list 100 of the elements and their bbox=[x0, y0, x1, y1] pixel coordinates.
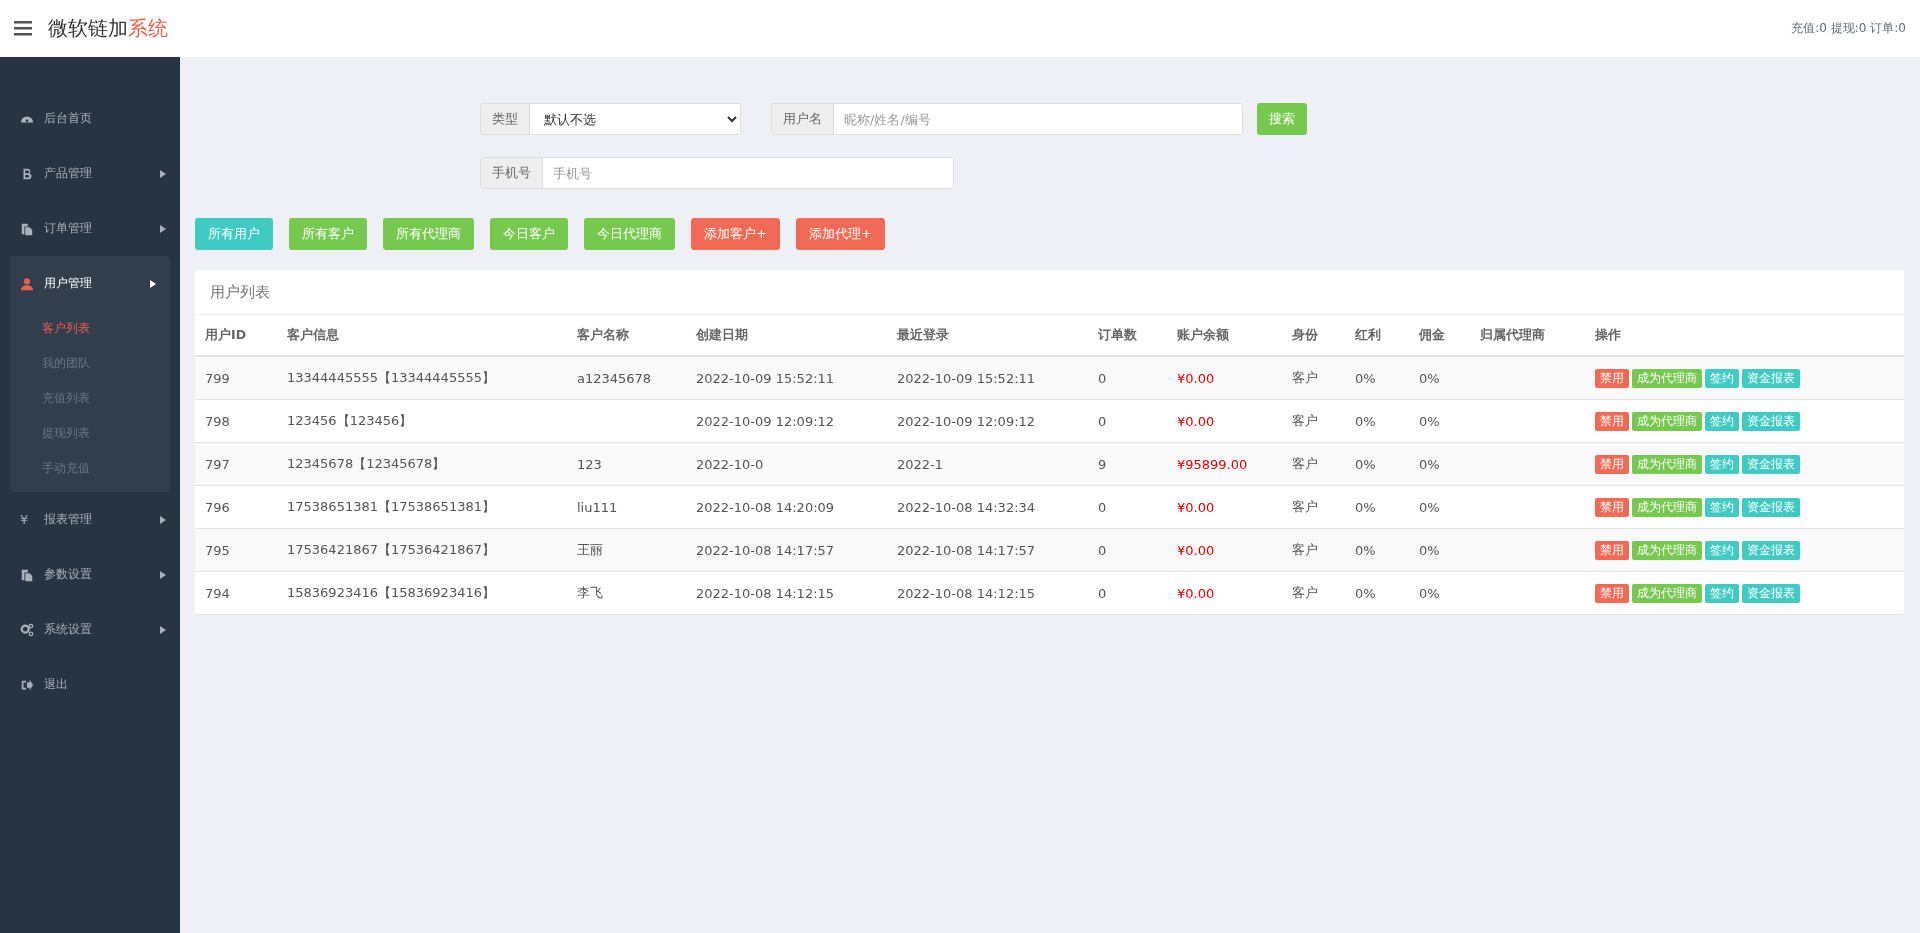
table-cell-text: 客户 bbox=[1292, 412, 1319, 430]
row-action-button[interactable]: 禁用 bbox=[1595, 583, 1629, 603]
sidebar-item[interactable]: 参数设置 bbox=[0, 547, 180, 602]
column-header: 订单数 bbox=[1098, 326, 1138, 344]
table-cell-text: ¥0.00 bbox=[1177, 499, 1216, 515]
row-action-button[interactable]: 成为代理商 bbox=[1632, 411, 1702, 431]
sidebar-item[interactable]: 产品管理 bbox=[0, 146, 180, 201]
search-button[interactable]: 搜索 bbox=[1257, 103, 1307, 135]
table-cell-text: 796 bbox=[205, 499, 231, 515]
table-cell-text: 2022-10-08 14:20:09 bbox=[696, 499, 836, 515]
column-header: 红利 bbox=[1355, 326, 1382, 344]
table-cell-text: 0% bbox=[1419, 542, 1441, 558]
table-cell-text: 2022-10-08 14:32:34 bbox=[897, 499, 1037, 515]
table-cell-text: 0% bbox=[1355, 499, 1377, 515]
sidebar-item[interactable]: 退出 bbox=[0, 657, 180, 712]
caret-icon bbox=[160, 515, 166, 524]
column-header: 最近登录 bbox=[897, 326, 950, 344]
row-action-button[interactable]: 签约 bbox=[1705, 368, 1739, 388]
column-header: 用户ID bbox=[205, 326, 248, 344]
row-action-button[interactable]: 签约 bbox=[1705, 411, 1739, 431]
row-action-button[interactable]: 签约 bbox=[1705, 583, 1739, 603]
row-action-button[interactable]: 资金报表 bbox=[1742, 411, 1800, 431]
sidebar-item[interactable]: ¥ 报表管理 bbox=[0, 492, 180, 547]
table-cell-text: 795 bbox=[205, 542, 231, 558]
row-action-button[interactable]: 成为代理商 bbox=[1632, 368, 1702, 388]
column-header: 创建日期 bbox=[696, 326, 749, 344]
row-action-button[interactable]: 成为代理商 bbox=[1632, 540, 1702, 560]
row-action-button[interactable]: 资金报表 bbox=[1742, 454, 1800, 474]
table-cell-text: 0% bbox=[1419, 585, 1441, 601]
row-action-button[interactable]: 禁用 bbox=[1595, 454, 1629, 474]
table-cell-text: ¥95899.00 bbox=[1177, 456, 1249, 472]
table-cell-text: 0% bbox=[1355, 413, 1377, 429]
filter-button[interactable]: 今日客户 bbox=[490, 218, 568, 250]
type-select[interactable]: 类型 默认不选 bbox=[480, 103, 741, 135]
table-cell-text: 2022-10-0 bbox=[696, 456, 765, 472]
row-action-button[interactable]: 资金报表 bbox=[1742, 497, 1800, 517]
table-cell-text: 客户 bbox=[1292, 455, 1319, 473]
table-cell-text: 0 bbox=[1098, 585, 1108, 601]
table-title: 用户列表 bbox=[195, 270, 1904, 315]
table-cell-text: ¥0.00 bbox=[1177, 413, 1216, 429]
sidebar-item[interactable]: 后台首页 bbox=[0, 91, 180, 146]
row-action-button[interactable]: 禁用 bbox=[1595, 497, 1629, 517]
table-cell-text: 13344445555【13344445555】 bbox=[287, 369, 496, 387]
table-cell-text: ¥0.00 bbox=[1177, 370, 1216, 386]
filter-button[interactable]: 今日代理商 bbox=[584, 218, 675, 250]
table-cell-text: 2022-1 bbox=[897, 456, 945, 472]
table-cell-text: 客户 bbox=[1292, 369, 1319, 387]
row-action-button[interactable]: 成为代理商 bbox=[1632, 497, 1702, 517]
table-cell-text: 0% bbox=[1419, 456, 1441, 472]
column-header: 客户名称 bbox=[577, 326, 630, 344]
table-cell-text: 客户 bbox=[1292, 498, 1319, 516]
sidebar-item[interactable]: 系统设置 bbox=[0, 602, 180, 657]
table-cell-text: 客户 bbox=[1292, 584, 1319, 602]
row-action-button[interactable]: 签约 bbox=[1705, 454, 1739, 474]
caret-icon bbox=[160, 169, 166, 178]
table-cell-text: 798 bbox=[205, 413, 231, 429]
row-action-button[interactable]: 签约 bbox=[1705, 540, 1739, 560]
table-cell-text: 0 bbox=[1098, 370, 1108, 386]
row-action-button[interactable]: 资金报表 bbox=[1742, 368, 1800, 388]
table-cell-text: 123 bbox=[577, 456, 603, 472]
caret-icon bbox=[160, 224, 166, 233]
table-cell-text: 15836923416【15836923416】 bbox=[287, 584, 496, 602]
row-action-button[interactable]: 禁用 bbox=[1595, 540, 1629, 560]
table-cell-text: 794 bbox=[205, 585, 231, 601]
user-icon bbox=[20, 276, 34, 291]
row-action-button[interactable]: 资金报表 bbox=[1742, 540, 1800, 560]
table-cell-text: 799 bbox=[205, 370, 231, 386]
sidebar-item[interactable]: 订单管理 bbox=[0, 201, 180, 256]
username-field[interactable]: 用户名 昵称/姓名/编号 bbox=[771, 103, 1243, 135]
column-header: 账户余额 bbox=[1177, 326, 1230, 344]
table-cell-text: ¥0.00 bbox=[1177, 542, 1216, 558]
column-header: 佣金 bbox=[1419, 326, 1446, 344]
table-cell-text: 17538651381【17538651381】 bbox=[287, 498, 496, 516]
filter-button[interactable]: 所有代理商 bbox=[383, 218, 474, 250]
table-cell-text: 0% bbox=[1355, 370, 1377, 386]
table-cell-text: 12345678【12345678】 bbox=[287, 455, 447, 473]
table-cell-text: liu111 bbox=[577, 499, 619, 515]
table-cell-text: 2022-10-08 14:12:15 bbox=[897, 585, 1037, 601]
filter-button[interactable]: 添加客户+ bbox=[691, 218, 780, 250]
phone-field[interactable]: 手机号 手机号 bbox=[480, 157, 954, 189]
table-cell-text: ¥0.00 bbox=[1177, 585, 1216, 601]
table-cell-text: 0% bbox=[1419, 413, 1441, 429]
table-cell-text: 0% bbox=[1419, 370, 1441, 386]
filter-button[interactable]: 添加代理+ bbox=[795, 218, 885, 250]
filter-button[interactable]: 所有客户 bbox=[289, 218, 367, 250]
table-cell-text: 王丽 bbox=[577, 541, 604, 559]
row-action-button[interactable]: 成为代理商 bbox=[1632, 454, 1702, 474]
row-action-button[interactable]: 成为代理商 bbox=[1632, 583, 1702, 603]
row-action-button[interactable]: 签约 bbox=[1705, 497, 1739, 517]
table-cell-text: 2022-10-08 14:17:57 bbox=[696, 542, 836, 558]
sidebar-item[interactable]: 用户管理 bbox=[10, 256, 170, 311]
row-action-button[interactable]: 资金报表 bbox=[1742, 583, 1800, 603]
sidebar-subitem[interactable]: 客户列表 bbox=[10, 311, 170, 346]
table-cell-text: 李飞 bbox=[577, 584, 604, 602]
column-header: 客户信息 bbox=[287, 326, 340, 344]
filter-button[interactable]: 所有用户 bbox=[195, 218, 273, 250]
row-action-button[interactable]: 禁用 bbox=[1595, 411, 1629, 431]
table-cell-text: 2022-10-08 14:17:57 bbox=[897, 542, 1037, 558]
row-action-button[interactable]: 禁用 bbox=[1595, 368, 1629, 388]
menu-icon[interactable] bbox=[14, 21, 32, 36]
